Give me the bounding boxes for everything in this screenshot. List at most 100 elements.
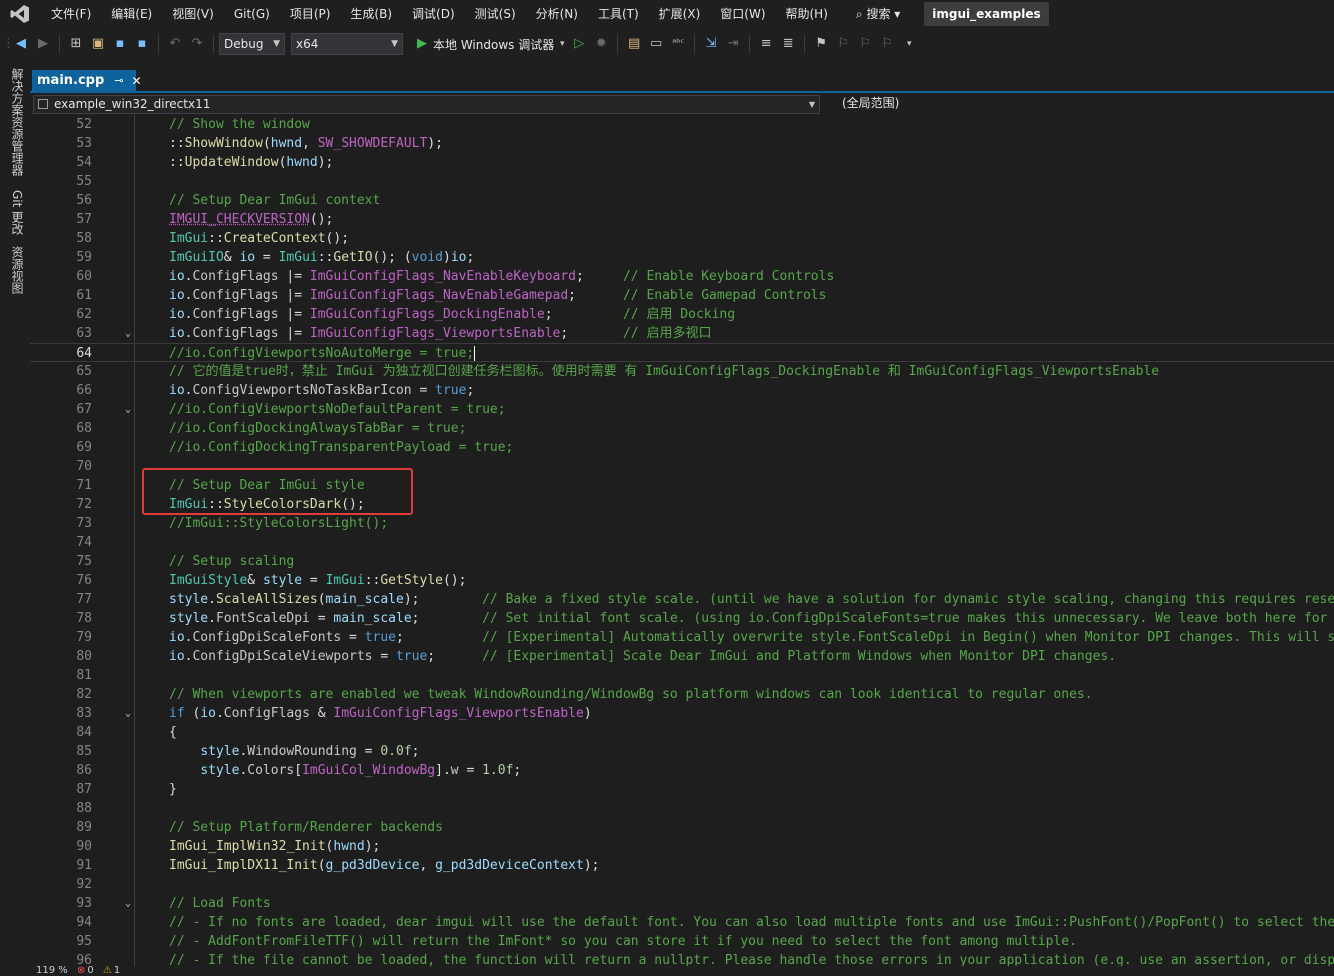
start-without-debugging-icon[interactable]: ▷ [570, 33, 588, 55]
code-line[interactable]: 79 io.ConfigDpiScaleFonts = true; // [Exp… [30, 628, 1334, 647]
window-layout-icon[interactable]: ▭ [647, 33, 665, 55]
search-button[interactable]: ⌕ 搜索 ▾ [838, 0, 912, 28]
new-project-icon[interactable]: ⊞ [67, 33, 85, 55]
start-debugging-button[interactable]: 本地 Windows 调试器 [433, 36, 554, 53]
code-line[interactable]: 91 ImGui_ImplDX11_Init(g_pd3dDevice, g_pd… [30, 856, 1334, 875]
code-line[interactable]: 94 // - If no fonts are loaded, dear imgu… [30, 913, 1334, 932]
spell-check-icon[interactable]: ᵃᵇᶜ [669, 33, 687, 55]
solution-name[interactable]: imgui_examples [924, 2, 1049, 26]
code-line[interactable]: 92 [30, 875, 1334, 894]
pin-icon[interactable]: ⊸ [114, 74, 123, 87]
menu-git[interactable]: Git(G) [224, 0, 280, 28]
navigate-back-icon[interactable]: ◀ [12, 33, 30, 55]
resource-view-tab[interactable]: 资源视图 [6, 246, 26, 294]
code-line[interactable]: 68 //io.ConfigDockingAlwaysTabBar = true; [30, 419, 1334, 438]
code-line[interactable]: 62 io.ConfigFlags |= ImGuiConfigFlags_Doc… [30, 305, 1334, 324]
open-file-icon[interactable]: ▣ [89, 33, 107, 55]
menu-build[interactable]: 生成(B) [340, 0, 402, 28]
scope-dropdown[interactable]: (全局范围) [842, 95, 899, 112]
menu-tools[interactable]: 工具(T) [588, 0, 649, 28]
bookmark-icon[interactable]: ⚑ [812, 33, 830, 55]
code-line[interactable]: 67 ⌄ //io.ConfigViewportsNoDefaultParent =… [30, 400, 1334, 419]
code-editor[interactable]: 52 // Show the window 53::ShowWindow(hwnd… [30, 115, 1334, 976]
undo-icon[interactable]: ↶ [166, 33, 184, 55]
code-line[interactable]: 52 // Show the window [30, 115, 1334, 134]
code-line[interactable]: 81 [30, 666, 1334, 685]
step-into-icon[interactable]: ⇲ [702, 33, 720, 55]
navigate-forward-icon[interactable]: ▶ [34, 33, 52, 55]
project-dropdown[interactable]: example_win32_directx11 ▼ [33, 95, 820, 114]
collapse-icon[interactable]: ⌄ [122, 894, 134, 913]
code-line[interactable]: 95 // - AddFontFromFileTTF() will return … [30, 932, 1334, 951]
menu-file[interactable]: 文件(F) [41, 0, 101, 28]
code-line[interactable]: 75 // Setup scaling [30, 552, 1334, 571]
code-line[interactable]: 54::UpdateWindow(hwnd); [30, 153, 1334, 172]
redo-icon[interactable]: ↷ [188, 33, 206, 55]
code-line[interactable]: 74 [30, 533, 1334, 552]
menu-extensions[interactable]: 扩展(X) [649, 0, 711, 28]
code-line[interactable]: 84 { [30, 723, 1334, 742]
code-line[interactable]: 93 ⌄ // Load Fonts [30, 894, 1334, 913]
save-icon[interactable]: ▪ [111, 33, 129, 55]
menu-project[interactable]: 项目(P) [280, 0, 341, 28]
code-line[interactable]: 83 ⌄ if (io.ConfigFlags & ImGuiConfigFlags… [30, 704, 1334, 723]
save-all-icon[interactable]: ▪ [133, 33, 151, 55]
code-line[interactable]: 57 IMGUI_CHECKVERSION(); [30, 210, 1334, 229]
code-line[interactable]: 86 style.Colors[ImGuiCol_WindowBg].w = 1… [30, 761, 1334, 780]
code-line[interactable]: 63 ⌄ io.ConfigFlags |= ImGuiConfigFlags_Vi… [30, 324, 1334, 343]
close-icon[interactable]: ✕ [132, 74, 142, 88]
code-line[interactable]: 59 ImGuiIO& io = ImGui::GetIO(); (void)io… [30, 248, 1334, 267]
uncomment-lines-icon[interactable]: ≣ [779, 33, 797, 55]
code-line[interactable]: 66 io.ConfigViewportsNoTaskBarIcon = true… [30, 381, 1334, 400]
code-line-current[interactable]: 64 //io.ConfigViewportsNoAutoMerge = true… [30, 343, 1334, 362]
code-line[interactable]: 60 io.ConfigFlags |= ImGuiConfigFlags_Nav… [30, 267, 1334, 286]
git-changes-tab[interactable]: Git 更改 [6, 190, 26, 235]
code-line[interactable]: 53::ShowWindow(hwnd, SW_SHOWDEFAULT); [30, 134, 1334, 153]
collapse-icon[interactable]: ⌄ [122, 400, 134, 419]
code-line[interactable]: 82 // When viewports are enabled we tweak… [30, 685, 1334, 704]
solution-explorer-tab[interactable]: 解决方案资源管理器 [6, 68, 26, 176]
error-count[interactable]: 0 [87, 966, 93, 976]
menu-view[interactable]: 视图(V) [162, 0, 224, 28]
comment-lines-icon[interactable]: ≡ [757, 33, 775, 55]
tab-main-cpp[interactable]: main.cpp ⊸ ✕ [32, 70, 142, 91]
menu-analyze[interactable]: 分析(N) [526, 0, 588, 28]
code-line[interactable]: 65 // 它的值是true时，禁止 ImGui 为独立视口创建任务栏图标。使用时… [30, 362, 1334, 381]
code-line[interactable]: 90 ImGui_ImplWin32_Init(hwnd); [30, 837, 1334, 856]
configuration-select[interactable]: Debug ▼ [219, 33, 285, 55]
step-over-icon[interactable]: ⇥ [724, 33, 742, 55]
start-debugging-icon[interactable]: ▶ [413, 33, 431, 55]
zoom-level[interactable]: 119 % [36, 966, 68, 976]
menu-debug[interactable]: 调试(D) [402, 0, 465, 28]
toolbar-overflow-icon[interactable]: ▾ [900, 33, 918, 55]
code-line[interactable]: 55 [30, 172, 1334, 191]
warning-count[interactable]: 1 [114, 966, 120, 976]
code-line[interactable]: 87} [30, 780, 1334, 799]
next-bookmark-icon[interactable]: ⚐ [856, 33, 874, 55]
platform-select[interactable]: x64 ▼ [291, 33, 403, 55]
code-line[interactable]: 58 ImGui::CreateContext(); [30, 229, 1334, 248]
code-line[interactable]: 85 style.WindowRounding = 0.0f; [30, 742, 1334, 761]
code-line[interactable]: 76 ImGuiStyle& style = ImGui::GetStyle(); [30, 571, 1334, 590]
code-line[interactable]: 89 // Setup Platform/Renderer backends [30, 818, 1334, 837]
code-line[interactable]: 61 io.ConfigFlags |= ImGuiConfigFlags_Nav… [30, 286, 1334, 305]
menu-edit[interactable]: 编辑(E) [101, 0, 162, 28]
collapse-icon[interactable]: ⌄ [122, 324, 134, 343]
code-line[interactable]: 88 [30, 799, 1334, 818]
clear-bookmarks-icon[interactable]: ⚐ [878, 33, 896, 55]
code-line[interactable]: 69 //io.ConfigDockingTransparentPayload =… [30, 438, 1334, 457]
hot-reload-icon[interactable]: ✹ [592, 33, 610, 55]
chevron-down-icon[interactable]: ▾ [558, 33, 566, 55]
folder-icon[interactable]: ▤ [625, 33, 643, 55]
menu-test[interactable]: 测试(S) [465, 0, 526, 28]
code-line[interactable]: 78 style.FontScaleDpi = main_scale; // Se… [30, 609, 1334, 628]
code-line[interactable]: 80 io.ConfigDpiScaleViewports = true; // … [30, 647, 1334, 666]
menu-help[interactable]: 帮助(H) [776, 0, 838, 28]
collapse-icon[interactable]: ⌄ [122, 704, 134, 723]
code-line[interactable]: 56 // Setup Dear ImGui context [30, 191, 1334, 210]
previous-bookmark-icon[interactable]: ⚐ [834, 33, 852, 55]
visual-studio-logo-icon[interactable] [9, 3, 31, 25]
code-line[interactable]: 73 //ImGui::StyleColorsLight(); [30, 514, 1334, 533]
menu-window[interactable]: 窗口(W) [710, 0, 775, 28]
code-line[interactable]: 77 style.ScaleAllSizes(main_scale); // Ba… [30, 590, 1334, 609]
